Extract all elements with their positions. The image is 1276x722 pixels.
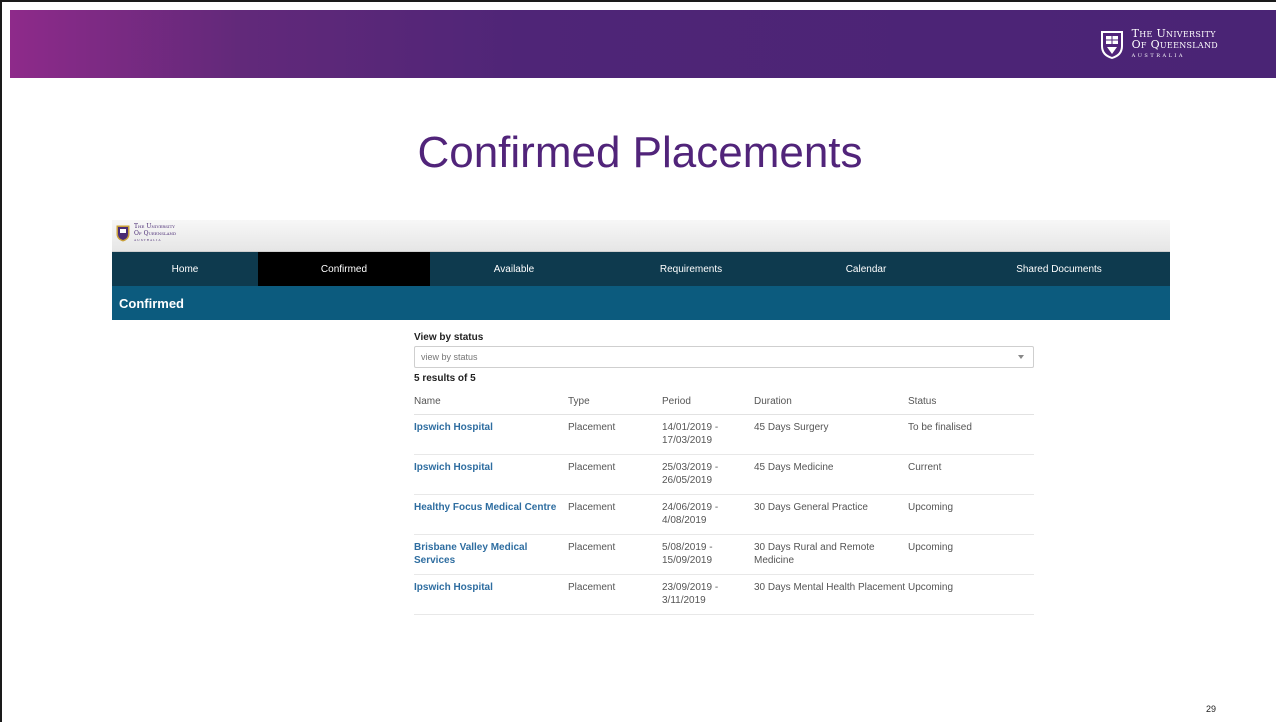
table-row: Ipswich Hospital Placement 25/03/2019 -2…: [414, 454, 1034, 495]
placement-status: Upcoming: [908, 494, 1034, 535]
period-end: 26/05/2019: [662, 475, 713, 486]
results-count: 5 results of 5: [414, 373, 476, 384]
placement-status: Upcoming: [908, 574, 1034, 615]
placement-duration: 45 Days Surgery: [754, 414, 908, 455]
placement-type: Placement: [568, 534, 662, 575]
header-name[interactable]: Name: [414, 393, 568, 415]
app-header: The University Of Queensland AUSTRALIA: [112, 220, 1170, 252]
placement-name-link[interactable]: Ipswich Hospital: [414, 414, 568, 455]
table-row: Ipswich Hospital Placement 14/01/2019 -1…: [414, 414, 1034, 455]
table-row: Brisbane Valley Medical Services Placeme…: [414, 534, 1034, 575]
header-period[interactable]: Period: [662, 393, 754, 415]
section-title: Confirmed: [112, 286, 1170, 320]
period-start: 5/08/2019 -: [662, 542, 713, 553]
placements-table: Name Type Period Duration Status Ipswich…: [414, 393, 1034, 615]
period-end: 3/11/2019: [662, 595, 706, 606]
placement-name-link[interactable]: Brisbane Valley Medical Services: [414, 534, 568, 575]
placement-period: 25/03/2019 - 26/05/2019: [662, 454, 754, 495]
uq-logo-line3: AUSTRALIA: [1131, 53, 1185, 59]
uq-logo-line2: Of Queensland: [1131, 38, 1218, 51]
placement-type: Placement: [568, 454, 662, 495]
status-filter-placeholder: view by status: [421, 352, 478, 362]
period-start: 25/03/2019 -: [662, 462, 719, 473]
nav-home[interactable]: Home: [112, 252, 258, 286]
main-nav: Home Confirmed Available Requirements Ca…: [112, 252, 1170, 286]
placements-content: View by status view by status 5 results …: [414, 332, 1034, 615]
table-row: Healthy Focus Medical Centre Placement 2…: [414, 494, 1034, 535]
placement-period: 14/01/2019 - 17/03/2019: [662, 414, 754, 455]
placement-name-link[interactable]: Ipswich Hospital: [414, 454, 568, 495]
nav-requirements[interactable]: Requirements: [598, 252, 784, 286]
app-crest-icon: [116, 225, 130, 242]
uq-logo: The University Of Queensland AUSTRALIA: [1100, 28, 1218, 62]
nav-shared-documents[interactable]: Shared Documents: [948, 252, 1170, 286]
period-end: 4/08/2019: [662, 515, 707, 526]
period-start: 14/01/2019 -: [662, 422, 719, 433]
page-number: 29: [1205, 704, 1216, 714]
placement-duration: 45 Days Medicine: [754, 454, 908, 495]
placement-type: Placement: [568, 494, 662, 535]
header-status[interactable]: Status: [908, 393, 1034, 415]
placement-type: Placement: [568, 414, 662, 455]
table-row: Ipswich Hospital Placement 23/09/2019 - 3…: [414, 574, 1034, 615]
period-end: 17/03/2019: [662, 435, 713, 446]
app-logo-line2: Of Queensland: [134, 230, 177, 237]
placement-name-link[interactable]: Healthy Focus Medical Centre: [414, 494, 568, 535]
placement-name-link[interactable]: Ipswich Hospital: [414, 574, 568, 615]
period-start: 23/09/2019 -: [662, 582, 719, 593]
placement-duration: 30 Days General Practice: [754, 494, 908, 535]
app-logo-line1: The University: [134, 223, 175, 230]
embedded-app-screenshot: The University Of Queensland AUSTRALIA H…: [112, 220, 1170, 615]
placement-period: 24/06/2019 - 4/08/2019: [662, 494, 754, 535]
slide: The University Of Queensland AUSTRALIA C…: [0, 0, 1276, 722]
placement-duration: 30 Days Mental Health Placement: [754, 574, 908, 615]
table-header-row: Name Type Period Duration Status: [414, 393, 1034, 415]
header-type[interactable]: Type: [568, 393, 662, 415]
placement-period: 23/09/2019 - 3/11/2019: [662, 574, 754, 615]
status-filter-select[interactable]: view by status: [414, 346, 1034, 368]
placement-status: To be finalised: [908, 414, 1034, 455]
nav-confirmed[interactable]: Confirmed: [258, 252, 430, 286]
period-end: 15/09/2019: [662, 555, 713, 566]
slide-title: Confirmed Placements: [417, 128, 863, 177]
period-start: 24/06/2019 -: [662, 502, 719, 513]
placement-status: Upcoming: [908, 534, 1034, 575]
app-logo-line3: AUSTRALIA: [134, 238, 162, 242]
uq-crest-icon: [1100, 31, 1123, 59]
placement-type: Placement: [568, 574, 662, 615]
placement-duration: 30 Days Rural and Remote Medicine: [754, 534, 908, 575]
nav-available[interactable]: Available: [430, 252, 598, 286]
app-logo[interactable]: The University Of Queensland AUSTRALIA: [116, 223, 176, 244]
nav-calendar[interactable]: Calendar: [784, 252, 948, 286]
placement-period: 5/08/2019 - 15/09/2019: [662, 534, 754, 575]
filter-label: View by status: [414, 332, 484, 343]
top-banner: The University Of Queensland AUSTRALIA: [10, 10, 1276, 78]
header-duration[interactable]: Duration: [754, 393, 908, 415]
placement-status: Current: [908, 454, 1034, 495]
chevron-down-icon: [1018, 355, 1024, 359]
